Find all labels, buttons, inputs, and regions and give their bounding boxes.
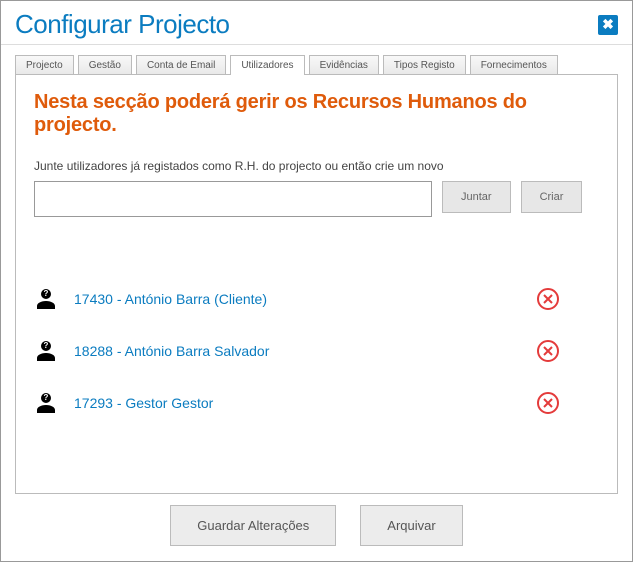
helper-text: Junte utilizadores já registados como R.…: [34, 159, 599, 173]
tab-conta-email[interactable]: Conta de Email: [136, 55, 226, 75]
modal-footer: Guardar Alterações Arquivar: [1, 503, 632, 556]
remove-user-button[interactable]: [537, 392, 559, 414]
list-item: ? 18288 - António Barra Salvador: [34, 325, 599, 377]
svg-text:?: ?: [44, 341, 49, 350]
user-search-input[interactable]: [34, 181, 432, 217]
close-button[interactable]: ✖: [598, 15, 618, 35]
modal-title: Configurar Projecto: [15, 9, 230, 40]
tab-utilizadores[interactable]: Utilizadores: [230, 55, 304, 75]
list-item: ? 17293 - Gestor Gestor: [34, 377, 599, 429]
tab-fornecimentos[interactable]: Fornecimentos: [470, 55, 558, 75]
remove-icon: [543, 294, 553, 304]
create-button[interactable]: Criar: [521, 181, 583, 213]
svg-text:?: ?: [44, 289, 49, 298]
section-title: Nesta secção poderá gerir os Recursos Hu…: [34, 91, 599, 137]
add-user-row: Juntar Criar: [34, 181, 599, 217]
remove-icon: [543, 398, 553, 408]
user-name: 17430 - António Barra (Cliente): [74, 291, 521, 307]
list-item: ? 17430 - António Barra (Cliente): [34, 273, 599, 325]
tab-bar: Projecto Gestão Conta de Email Utilizado…: [1, 45, 632, 75]
user-name: 18288 - António Barra Salvador: [74, 343, 521, 359]
person-icon: ?: [34, 391, 58, 415]
tab-tipos-registo[interactable]: Tipos Registo: [383, 55, 466, 75]
close-icon: ✖: [602, 16, 614, 33]
configure-project-modal: Configurar Projecto ✖ Projecto Gestão Co…: [0, 0, 633, 562]
tab-projecto[interactable]: Projecto: [15, 55, 74, 75]
tab-evidencias[interactable]: Evidências: [309, 55, 379, 75]
tab-panel-utilizadores: Nesta secção poderá gerir os Recursos Hu…: [15, 74, 618, 494]
svg-text:?: ?: [44, 393, 49, 402]
person-icon: ?: [34, 339, 58, 363]
user-list: ? 17430 - António Barra (Cliente) ? 1828…: [34, 273, 599, 429]
join-button[interactable]: Juntar: [442, 181, 511, 213]
user-name: 17293 - Gestor Gestor: [74, 395, 521, 411]
remove-icon: [543, 346, 553, 356]
remove-user-button[interactable]: [537, 340, 559, 362]
tab-gestao[interactable]: Gestão: [78, 55, 132, 75]
modal-header: Configurar Projecto ✖: [1, 1, 632, 45]
archive-button[interactable]: Arquivar: [360, 505, 462, 546]
person-icon: ?: [34, 287, 58, 311]
remove-user-button[interactable]: [537, 288, 559, 310]
save-button[interactable]: Guardar Alterações: [170, 505, 336, 546]
